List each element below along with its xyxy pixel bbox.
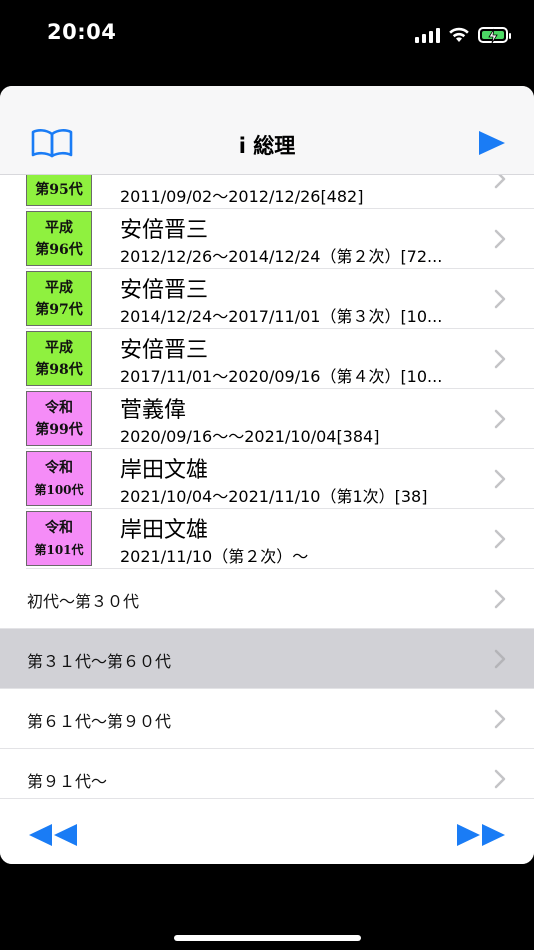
status-icons [415,24,511,46]
badge-era: 平成 [45,339,73,356]
chevron-right-icon [494,649,506,669]
range-label: 第３１代～第６０代 [27,652,172,671]
era-badge: 令和 第101代 [26,511,92,566]
term-dates: 2017/11/01～2020/09/16（第４次）[10... [120,367,443,386]
list-item[interactable]: 令和 第99代 菅義偉 2020/09/16～～2021/10/04[384] [26,389,534,449]
term-dates: 2020/09/16～～2021/10/04[384] [120,427,380,446]
chevron-right-icon [494,709,506,729]
play-icon[interactable] [478,130,506,156]
era-badge: 平成 第96代 [26,211,92,266]
navigation-bar: i 総理 [0,86,534,175]
list-item[interactable]: 平成 第98代 安倍晋三 2017/11/01～2020/09/16（第４次）[… [26,329,534,389]
wifi-icon [449,27,469,42]
chevron-right-icon [494,349,506,369]
term-dates: 2021/11/10（第２次）～ [120,547,309,566]
pm-name: 岸田文雄 [120,518,209,543]
cellular-signal-icon [415,27,440,43]
term-dates: 2012/12/26～2014/12/24（第２次）[72... [120,247,443,266]
era-badge: 令和 第99代 [26,391,92,446]
chevron-right-icon [494,469,506,489]
era-badge: 令和 第100代 [26,451,92,506]
badge-number: 第100代 [34,482,84,497]
badge-number: 第97代 [35,301,83,318]
badge-era: 令和 [45,399,73,416]
chevron-right-icon [494,175,506,189]
era-badge: 平成 第97代 [26,271,92,326]
chevron-right-icon [494,769,506,789]
range-item-61-90[interactable]: 第６１代～第９０代 [0,689,534,749]
rewind-icon[interactable] [28,823,78,847]
era-badge: 平成 第98代 [26,331,92,386]
badge-era: 平成 [45,219,73,236]
term-dates: 2011/09/02～2012/12/26[482] [120,187,364,206]
badge-number: 第96代 [35,241,83,258]
chevron-right-icon [494,589,506,609]
pm-name: 安倍晋三 [120,278,209,303]
modal-sheet: i 総理 平成 第95代 2011/09/02～2012/12/26[482] … [0,86,534,864]
chevron-right-icon [494,409,506,429]
list-item[interactable]: 平成 第95代 2011/09/02～2012/12/26[482] [26,175,534,209]
pm-name: 安倍晋三 [120,338,209,363]
badge-number: 第99代 [35,421,83,438]
chevron-right-icon [494,529,506,549]
status-bar: 20:04 [0,0,534,70]
badge-number: 第95代 [35,181,83,198]
badge-era: 平成 [45,279,73,296]
fast-forward-icon[interactable] [456,823,506,847]
range-label: 第９１代～ [27,772,108,791]
badge-number: 第101代 [34,542,84,557]
range-item-91-plus[interactable]: 第９１代～ [0,749,534,797]
pm-name: 菅義偉 [120,398,187,423]
bottom-toolbar [0,798,534,864]
term-dates: 2021/10/04～2021/11/10（第1次）[38] [120,487,428,506]
term-dates: 2014/12/24～2017/11/01（第３次）[10... [120,307,443,326]
chevron-right-icon [494,289,506,309]
status-time: 20:04 [47,20,117,44]
battery-charging-icon [478,27,511,44]
list-item[interactable]: 平成 第97代 安倍晋三 2014/12/24～2017/11/01（第３次）[… [26,269,534,329]
range-label: 第６１代～第９０代 [27,712,172,731]
list-item[interactable]: 令和 第101代 岸田文雄 2021/11/10（第２次）～ [26,509,534,569]
badge-era: 令和 [45,459,73,476]
list-item[interactable]: 令和 第100代 岸田文雄 2021/10/04～2021/11/10（第1次）… [26,449,534,509]
badge-era: 令和 [45,519,73,536]
home-indicator[interactable] [174,935,361,941]
pm-name: 安倍晋三 [120,218,209,243]
range-item-31-60[interactable]: 第３１代～第６０代 [0,629,534,689]
nav-title: i 総理 [238,134,296,158]
range-item-1-30[interactable]: 初代～第３０代 [0,569,534,629]
era-badge: 平成 第95代 [26,175,92,206]
pm-name: 岸田文雄 [120,458,209,483]
range-label: 初代～第３０代 [27,592,140,611]
chevron-right-icon [494,229,506,249]
prime-minister-list: 平成 第95代 2011/09/02～2012/12/26[482] 平成 第9… [0,175,534,797]
badge-number: 第98代 [35,361,83,378]
list-item[interactable]: 平成 第96代 安倍晋三 2012/12/26～2014/12/24（第２次）[… [26,209,534,269]
